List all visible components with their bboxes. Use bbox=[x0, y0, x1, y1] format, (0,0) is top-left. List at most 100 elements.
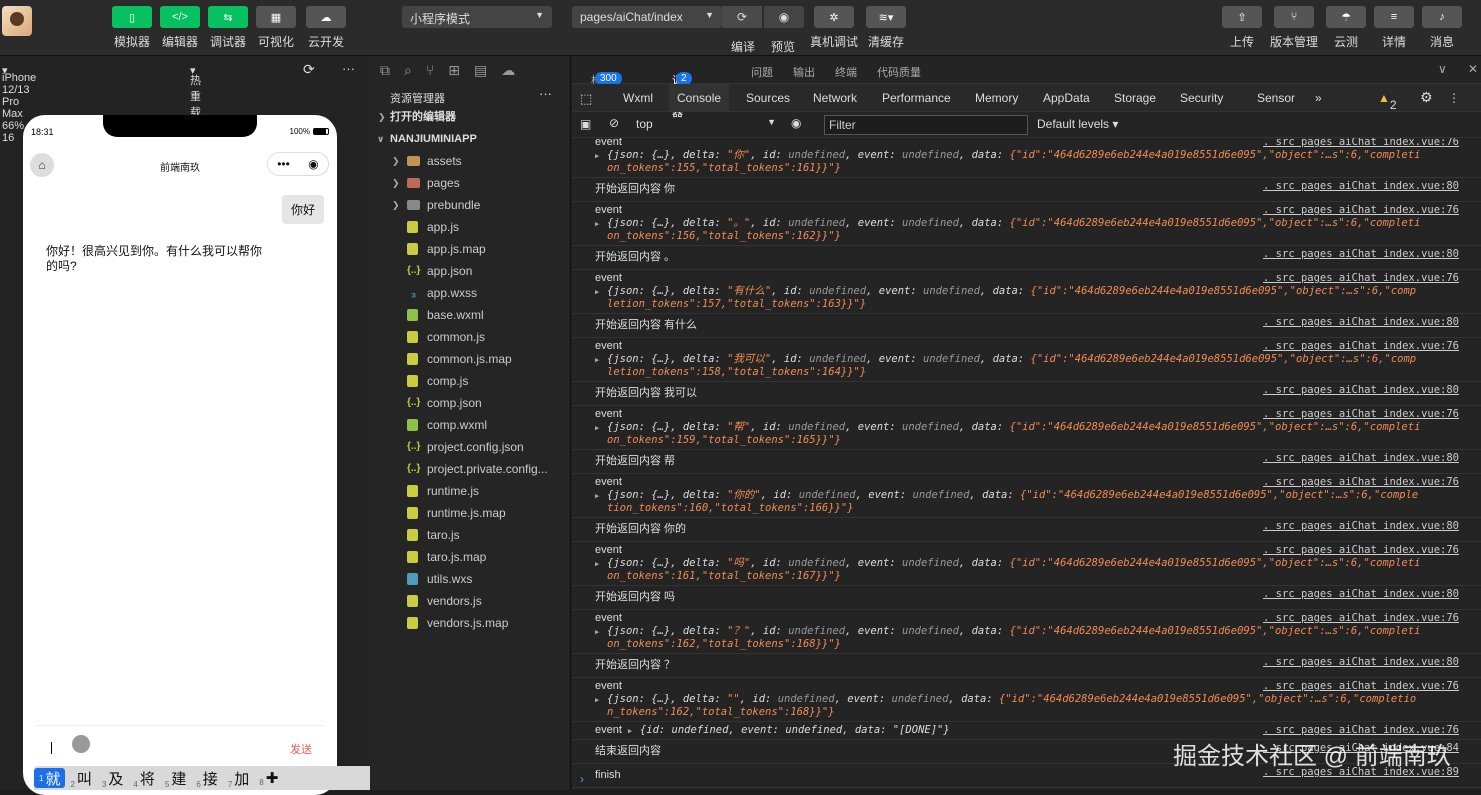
file-tree-item[interactable]: {..} project.config.json bbox=[370, 436, 570, 458]
source-link[interactable]: . src pages aiChat index.vue:76 bbox=[1263, 204, 1459, 217]
file-tree-item[interactable]: taro.js bbox=[370, 524, 570, 546]
file-tree-item[interactable]: ❯ pages bbox=[370, 172, 570, 194]
event-object[interactable]: {json: {…}, delta: "有什么", id: undefined,… bbox=[595, 285, 1481, 311]
event-object[interactable]: {json: {…}, delta: "吗", id: undefined, e… bbox=[595, 557, 1481, 583]
event-object[interactable]: {json: {…}, delta: "", id: undefined, ev… bbox=[595, 693, 1481, 719]
more-tabs-icon[interactable]: » bbox=[1315, 91, 1322, 105]
collapse-icon[interactable]: ∨ bbox=[1438, 62, 1447, 76]
tab-sources[interactable]: Sources bbox=[746, 91, 790, 105]
rotate-icon[interactable]: ⟳ bbox=[303, 61, 315, 78]
event-object[interactable]: {json: {…}, delta: "我可以", id: undefined,… bbox=[595, 353, 1481, 379]
file-tree-item[interactable]: base.wxml bbox=[370, 304, 570, 326]
close-circle-icon[interactable]: ◉ bbox=[308, 157, 318, 171]
file-tree-item[interactable]: ₃ app.wxss bbox=[370, 282, 570, 304]
file-tree-item[interactable]: common.js bbox=[370, 326, 570, 348]
simulator-button[interactable]: ▯ 模拟器 bbox=[112, 6, 152, 50]
more-dots-icon[interactable]: ••• bbox=[277, 157, 290, 171]
more-icon[interactable]: ··· bbox=[539, 86, 552, 101]
candidate-item[interactable]: 1就 bbox=[34, 768, 66, 788]
tab-performance[interactable]: Performance bbox=[882, 91, 951, 105]
candidate-item[interactable]: 6接 bbox=[191, 768, 222, 789]
context-select[interactable]: top ▼ bbox=[636, 117, 776, 131]
files-icon[interactable]: ⧉ bbox=[380, 62, 390, 79]
console-prompt-icon[interactable]: › bbox=[580, 772, 584, 786]
more-icon[interactable]: ··· bbox=[342, 61, 355, 76]
source-control-icon[interactable]: ⑂ bbox=[426, 62, 434, 78]
file-tree-item[interactable]: ❯ assets bbox=[370, 150, 570, 172]
file-tree-item[interactable]: comp.js bbox=[370, 370, 570, 392]
extensions-icon[interactable]: ⊞ bbox=[448, 62, 460, 79]
source-link[interactable]: . src pages aiChat index.vue:80 bbox=[1263, 316, 1459, 329]
event-object[interactable]: {json: {…}, delta: "帮", id: undefined, e… bbox=[595, 421, 1481, 447]
source-link[interactable]: . src pages aiChat index.vue:80 bbox=[1263, 452, 1459, 465]
event-object[interactable]: {json: {…}, delta: "？", id: undefined, e… bbox=[595, 625, 1481, 651]
mode-select[interactable]: 小程序模式 ▼ bbox=[402, 6, 552, 28]
tab-security[interactable]: Security bbox=[1180, 91, 1223, 105]
tab-memory[interactable]: Memory bbox=[975, 91, 1018, 105]
editor-button[interactable]: </> 编辑器 bbox=[160, 6, 200, 50]
file-tree-item[interactable]: app.js bbox=[370, 216, 570, 238]
file-tree-item[interactable]: utils.wxs bbox=[370, 568, 570, 590]
tab-code-quality[interactable]: 代码质量 bbox=[877, 64, 921, 80]
event-object[interactable]: {id: undefined, event: undefined, data: … bbox=[628, 724, 960, 738]
source-link[interactable]: . src pages aiChat index.vue:80 bbox=[1263, 248, 1459, 261]
messages-button[interactable]: ♪ 消息 bbox=[1422, 6, 1462, 50]
file-tree-item[interactable]: {..} app.json bbox=[370, 260, 570, 282]
source-link[interactable]: . src pages aiChat index.vue:76 bbox=[1263, 476, 1459, 489]
candidate-item[interactable]: 2叫 bbox=[65, 768, 96, 789]
source-link[interactable]: . src pages aiChat index.vue:76 bbox=[1263, 612, 1459, 625]
warning-icon[interactable]: ▲ 2 bbox=[1378, 91, 1397, 112]
tab-storage[interactable]: Storage bbox=[1114, 91, 1156, 105]
cloud-icon[interactable]: ☁ bbox=[501, 62, 515, 79]
source-link[interactable]: . src pages aiChat index.vue:80 bbox=[1263, 384, 1459, 397]
debugger-button[interactable]: ⇆ 调试器 bbox=[208, 6, 248, 50]
kebab-icon[interactable]: ⋮ bbox=[1448, 91, 1460, 105]
tab-appdata[interactable]: AppData bbox=[1043, 91, 1090, 105]
inspect-icon[interactable]: ⬚ bbox=[580, 91, 592, 107]
tab-terminal[interactable]: 终端 bbox=[835, 64, 857, 80]
open-editors-section[interactable]: ❯ 打开的编辑器 bbox=[370, 106, 570, 128]
source-link[interactable]: . src pages aiChat index.vue:80 bbox=[1263, 520, 1459, 533]
settings-icon[interactable]: ⚙ bbox=[1420, 89, 1433, 106]
clear-cache-button[interactable]: ≋▾ 清缓存 bbox=[866, 6, 906, 50]
file-tree-item[interactable]: common.js.map bbox=[370, 348, 570, 370]
source-link[interactable]: . src pages aiChat index.vue:76 bbox=[1263, 680, 1459, 693]
tab-sensor[interactable]: Sensor bbox=[1257, 91, 1295, 105]
close-icon[interactable]: ✕ bbox=[1468, 62, 1478, 76]
tab-output[interactable]: 输出 bbox=[793, 64, 815, 80]
source-link[interactable]: . src pages aiChat index.vue:80 bbox=[1263, 588, 1459, 601]
send-button[interactable]: 发送 bbox=[290, 741, 312, 757]
file-tree-item[interactable]: comp.wxml bbox=[370, 414, 570, 436]
chat-input-bar[interactable]: 发送 bbox=[36, 725, 324, 767]
sidebar-toggle-icon[interactable]: ▣ bbox=[580, 117, 591, 131]
tab-wxml[interactable]: Wxml bbox=[623, 91, 653, 105]
capsule-button[interactable]: ••• ◉ bbox=[267, 152, 329, 176]
details-button[interactable]: ≡ 详情 bbox=[1374, 6, 1414, 50]
file-tree-item[interactable]: taro.js.map bbox=[370, 546, 570, 568]
file-tree-item[interactable]: runtime.js.map bbox=[370, 502, 570, 524]
log-levels-select[interactable]: Default levels ▾ bbox=[1037, 117, 1118, 131]
candidate-item[interactable]: 8 ✚ bbox=[254, 769, 283, 787]
source-link[interactable]: . src pages aiChat index.vue:76 bbox=[1263, 544, 1459, 557]
source-link[interactable]: . src pages aiChat index.vue:76 bbox=[1263, 340, 1459, 353]
filter-input[interactable]: Filter bbox=[824, 115, 1028, 135]
source-link[interactable]: . src pages aiChat index.vue:76 bbox=[1263, 138, 1459, 149]
device-select[interactable]: iPhone 12/13 Pro Max 66% 16 ▾ bbox=[2, 64, 36, 144]
source-link[interactable]: . src pages aiChat index.vue:76 bbox=[1263, 408, 1459, 421]
eye-icon[interactable]: ◉ bbox=[764, 6, 804, 28]
preview-label[interactable]: 预览 bbox=[771, 38, 795, 55]
file-tree-item[interactable]: vendors.js bbox=[370, 590, 570, 612]
project-section[interactable]: ∨ NANJIUMINIAPP bbox=[370, 128, 570, 150]
search-icon[interactable]: ⌕ bbox=[404, 62, 412, 79]
tab-problems[interactable]: 问题 bbox=[751, 64, 773, 80]
source-link[interactable]: . src pages aiChat index.vue:76 bbox=[1263, 272, 1459, 285]
hot-reload-select[interactable]: 热重载 关 ▾ bbox=[190, 64, 201, 135]
file-tree-item[interactable]: {..} comp.json bbox=[370, 392, 570, 414]
user-avatar[interactable] bbox=[2, 6, 32, 36]
cloud-test-button[interactable]: ☂ 云测 bbox=[1326, 6, 1366, 50]
candidate-item[interactable]: 3及 bbox=[97, 768, 128, 789]
file-tree-item[interactable]: runtime.js bbox=[370, 480, 570, 502]
event-object[interactable]: {json: {…}, delta: "你", id: undefined, e… bbox=[595, 149, 1481, 175]
remote-debug-button[interactable]: ✲ 真机调试 bbox=[810, 6, 858, 50]
compile-label[interactable]: 编译 bbox=[731, 38, 755, 55]
